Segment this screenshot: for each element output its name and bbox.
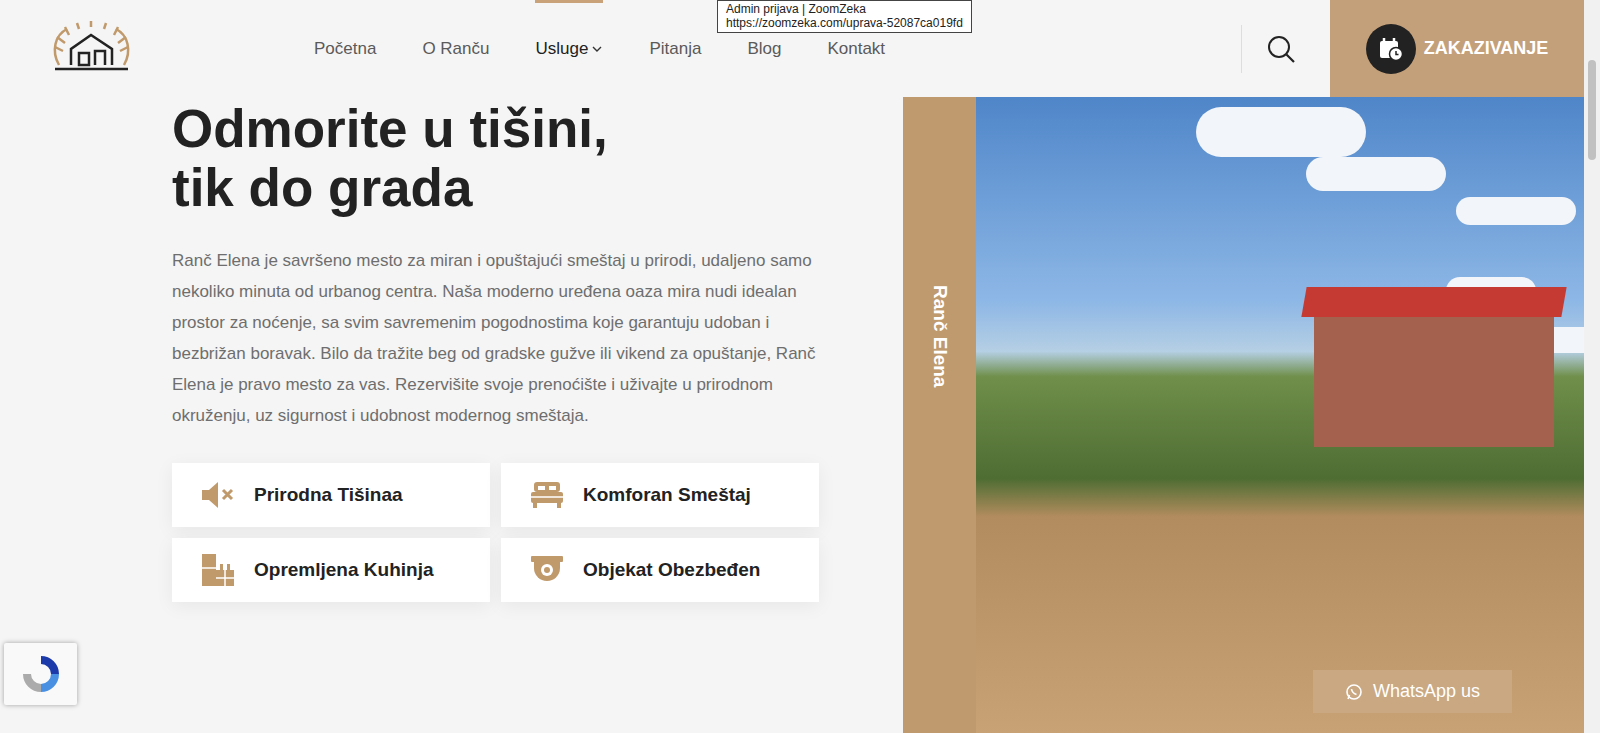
nav-label[interactable]: Blog — [747, 36, 781, 62]
whatsapp-button[interactable]: WhatsApp us — [1313, 670, 1512, 713]
booking-label[interactable]: ZAKAZIVANJE — [1424, 35, 1549, 62]
feature-card: Objekat Obezbeđen — [501, 538, 819, 602]
caption-strip: Ranč Elena — [903, 97, 976, 733]
cloud — [1456, 197, 1576, 225]
feature-card: Komforan Smeštaj — [501, 463, 819, 527]
logo[interactable] — [0, 21, 183, 77]
link-tooltip: Admin prijava | ZoomZekahttps://zoomzeka… — [717, 0, 972, 33]
search-icon[interactable] — [1266, 34, 1312, 64]
title-line: Odmorite u tišini, — [172, 99, 903, 158]
page: Početna O Ranču Usluge Pitanja Blog Kontakt ZA… — [0, 0, 1584, 733]
recaptcha-badge[interactable] — [4, 643, 77, 705]
hero-paragraph: Ranč Elena je savršeno mesto za miran i … — [172, 245, 822, 431]
tooltip-line: https://zoomzeka.com/uprava-52087ca019fd — [726, 16, 963, 30]
calendar-clock-icon[interactable] — [1378, 36, 1404, 62]
tooltip-line: Admin prijava | ZoomZeka — [726, 2, 963, 16]
nav-label[interactable]: Usluge — [535, 36, 588, 62]
active-indicator — [535, 0, 603, 3]
nav-item[interactable]: O Ranču — [422, 0, 489, 97]
nav-item[interactable]: Pitanja — [649, 0, 701, 97]
muted-speaker-icon — [200, 479, 236, 511]
security-camera-icon — [529, 554, 565, 586]
gallery-caption: Ranč Elena — [926, 285, 955, 733]
feature-label: Opremljena Kuhinja — [254, 556, 433, 585]
calendar-icon-circle[interactable] — [1366, 24, 1416, 74]
feature-grid: Prirodna Tišinaa Komforan Smeštaj Opremlje… — [172, 463, 903, 602]
cloud — [1196, 107, 1366, 157]
nav-label[interactable]: Kontakt — [827, 36, 885, 62]
house — [1314, 307, 1554, 447]
feature-label: Prirodna Tišinaa — [254, 481, 403, 510]
hero: Odmorite u tišini,tik do gradaRanč Elena… — [0, 97, 1584, 733]
hero-text: Odmorite u tišini,tik do grada Ranč Elena… — [0, 97, 903, 733]
bed-icon — [529, 479, 565, 511]
ranch-photo: WhatsApp us — [976, 97, 1584, 733]
nav-label[interactable]: O Ranču — [422, 36, 489, 62]
whatsapp-icon[interactable] — [1345, 683, 1363, 701]
hero-title: Odmorite u tišini,tik do grada — [172, 99, 903, 217]
cloud — [1306, 157, 1446, 191]
scrollbar[interactable] — [1584, 0, 1600, 733]
booking-button[interactable]: ZAKAZIVANJE — [1330, 0, 1584, 97]
recaptcha-icon[interactable] — [19, 652, 63, 696]
gallery: Ranč Elena WhatsApp us — [903, 97, 1584, 733]
chevron-down-icon[interactable] — [591, 44, 603, 54]
logo-house-icon — [49, 21, 134, 77]
feature-card: Prirodna Tišinaa — [172, 463, 490, 527]
nav-label[interactable]: Pitanja — [649, 36, 701, 62]
kitchen-icon — [200, 552, 236, 588]
title-line: tik do grada — [172, 158, 903, 217]
divider — [1241, 25, 1242, 73]
feature-label: Komforan Smeštaj — [583, 481, 751, 510]
nav-item[interactable]: Početna — [314, 0, 376, 97]
roof — [1301, 287, 1566, 317]
feature-card: Opremljena Kuhinja — [172, 538, 490, 602]
nav-label[interactable]: Početna — [314, 36, 376, 62]
scrollbar-thumb[interactable] — [1588, 60, 1596, 160]
whatsapp-label[interactable]: WhatsApp us — [1373, 678, 1480, 705]
feature-label: Objekat Obezbeđen — [583, 556, 760, 585]
nav-item[interactable]: Usluge — [535, 0, 603, 97]
